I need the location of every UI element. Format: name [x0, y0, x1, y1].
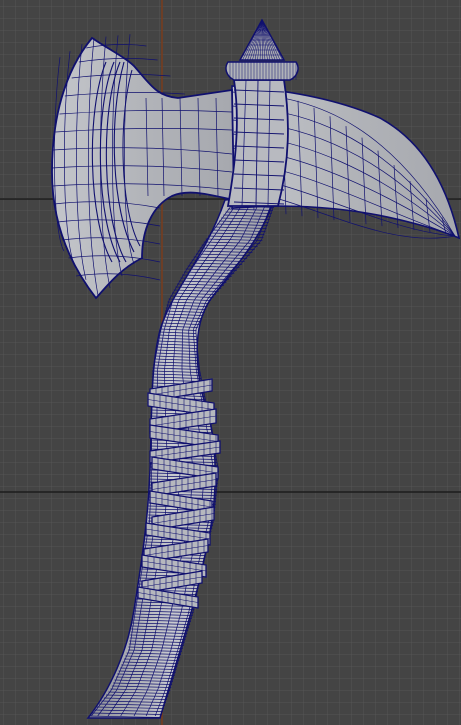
modeling-viewport[interactable] — [0, 0, 461, 725]
viewport-canvas[interactable] — [0, 0, 461, 725]
